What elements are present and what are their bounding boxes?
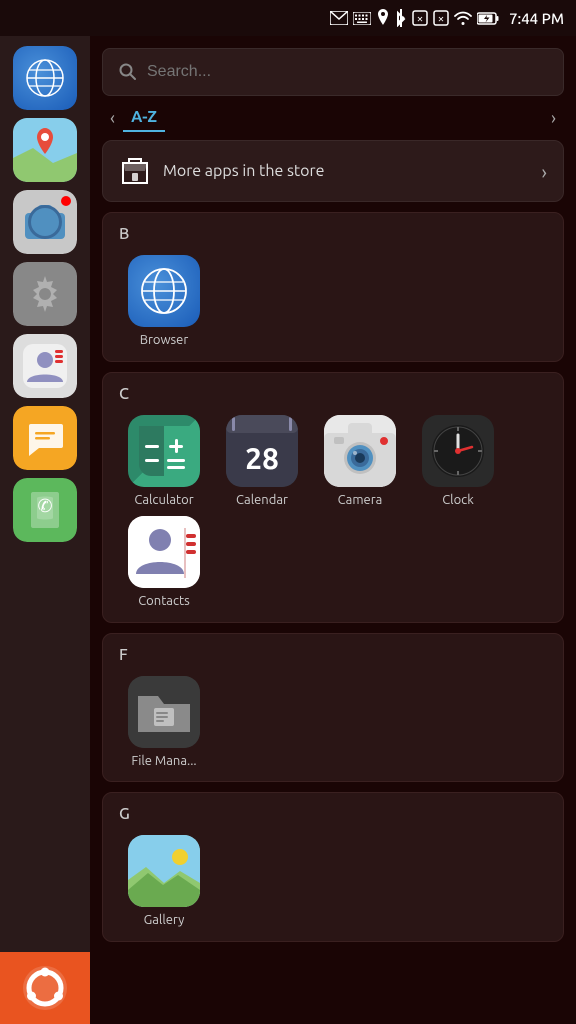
svg-text:✕: ✕ xyxy=(417,15,424,24)
search-bar[interactable] xyxy=(102,48,564,96)
calendar-app-icon: 28 xyxy=(226,415,298,487)
sim1-icon: ✕ xyxy=(412,10,428,26)
store-chevron: › xyxy=(541,160,547,183)
app-gallery-label: Gallery xyxy=(144,913,185,929)
sidebar-app-contacts[interactable] xyxy=(13,334,77,398)
location-icon xyxy=(376,9,390,27)
camera-app-icon xyxy=(324,415,396,487)
store-banner[interactable]: More apps in the store › xyxy=(102,140,564,202)
contacts-app-icon xyxy=(128,516,200,588)
ubuntu-icon xyxy=(21,964,69,1012)
filemanager-app-icon xyxy=(128,676,200,748)
svg-text:✆: ✆ xyxy=(37,496,52,516)
sidebar-app-settings[interactable] xyxy=(13,262,77,326)
search-icon xyxy=(119,63,137,81)
tab-bar: ‹ A-Z › xyxy=(90,104,576,132)
app-contacts-label: Contacts xyxy=(138,594,190,610)
app-calendar[interactable]: 28 Calendar xyxy=(217,415,307,509)
sidebar-app-camera[interactable] xyxy=(13,190,77,254)
tab-left-arrow[interactable]: ‹ xyxy=(102,104,123,132)
sidebar-app-maps[interactable] xyxy=(13,118,77,182)
section-letter-g: G xyxy=(119,805,547,823)
phone-icon: ✆ xyxy=(27,490,63,530)
apps-grid-c: Calculator 28 C xyxy=(119,415,547,610)
app-filemanager-label: File Mana... xyxy=(131,754,196,770)
store-icon xyxy=(119,155,151,187)
sim2-icon: ✕ xyxy=(433,10,449,26)
section-f: F xyxy=(102,633,564,783)
app-camera[interactable]: Camera xyxy=(315,415,405,509)
battery-icon xyxy=(477,12,499,25)
main-content: ‹ A-Z › More apps in the store › B xyxy=(90,36,576,1024)
svg-text:✕: ✕ xyxy=(438,15,445,24)
app-calculator[interactable]: Calculator xyxy=(119,415,209,509)
status-icons: ✕ ✕ xyxy=(330,9,499,27)
wifi-icon xyxy=(454,11,472,25)
section-b: B Browser xyxy=(102,212,564,362)
sidebar-app-phone[interactable]: ✆ xyxy=(13,478,77,542)
app-browser-label: Browser xyxy=(140,333,189,349)
app-clock[interactable]: Clock xyxy=(413,415,503,509)
browser-icon xyxy=(23,56,67,100)
section-letter-f: F xyxy=(119,646,547,664)
search-input[interactable] xyxy=(147,63,547,81)
apps-grid-b: Browser xyxy=(119,255,547,349)
keyboard-icon xyxy=(353,12,371,25)
section-g: G Gallery xyxy=(102,792,564,942)
app-calculator-label: Calculator xyxy=(134,493,193,509)
tab-right-arrow[interactable]: › xyxy=(543,104,564,132)
section-letter-c: C xyxy=(119,385,547,403)
app-calendar-label: Calendar xyxy=(236,493,288,509)
settings-icon xyxy=(25,274,65,314)
notification-dot xyxy=(61,196,71,206)
store-label: More apps in the store xyxy=(163,162,529,180)
status-time: 7:44 PM xyxy=(509,10,564,27)
section-letter-b: B xyxy=(119,225,547,243)
apps-grid-g: Gallery xyxy=(119,835,547,929)
calculator-app-icon xyxy=(139,426,189,476)
app-contacts[interactable]: Contacts xyxy=(119,516,209,610)
messaging-icon xyxy=(25,418,65,458)
app-browser[interactable]: Browser xyxy=(119,255,209,349)
apps-grid-f: File Mana... xyxy=(119,676,547,770)
app-filemanager[interactable]: File Mana... xyxy=(119,676,209,770)
app-camera-label: Camera xyxy=(338,493,383,509)
gallery-app-icon xyxy=(128,835,200,907)
browser-app-icon xyxy=(138,265,190,317)
mail-icon xyxy=(330,11,348,25)
section-c: C xyxy=(102,372,564,623)
sidebar-app-messaging[interactable] xyxy=(13,406,77,470)
svg-text:28: 28 xyxy=(245,441,279,475)
status-bar: ✕ ✕ 7:44 PM xyxy=(0,0,576,36)
sidebar-app-browser[interactable] xyxy=(13,46,77,110)
maps-icon xyxy=(13,118,77,182)
search-container xyxy=(90,36,576,104)
app-gallery[interactable]: Gallery xyxy=(119,835,209,929)
tab-az[interactable]: A-Z xyxy=(123,104,165,132)
app-clock-label: Clock xyxy=(442,493,474,509)
camera-icon-sidebar xyxy=(25,205,65,239)
clock-app-icon xyxy=(424,417,492,485)
sidebar: ✆ xyxy=(0,36,90,1024)
ubuntu-button[interactable] xyxy=(0,952,90,1024)
bluetooth-icon xyxy=(395,9,407,27)
contacts-icon-sidebar xyxy=(23,344,67,388)
